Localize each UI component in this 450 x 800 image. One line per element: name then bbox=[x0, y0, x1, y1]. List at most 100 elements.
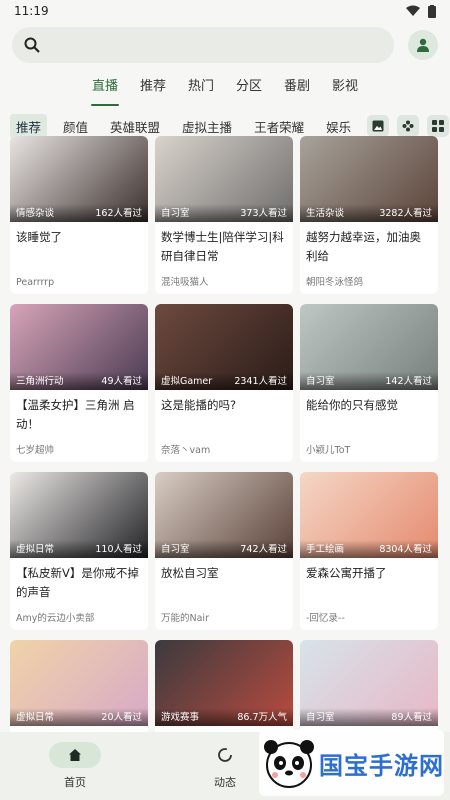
card-view-count: 8304人看过 bbox=[379, 544, 432, 555]
card-author: 朝阳冬泳怪鸽 bbox=[306, 277, 364, 288]
card-author: Pearrrrp bbox=[16, 277, 55, 288]
card-thumbnail: 情感杂谈 162人看过 bbox=[10, 136, 148, 222]
category-entertainment[interactable]: 娱乐 bbox=[320, 114, 357, 139]
card-title: 越努力越幸运，加油奥利给 bbox=[306, 230, 421, 263]
card-thumbnail-overlay: 三角洲行动 49人看过 bbox=[10, 372, 148, 390]
home-icon bbox=[49, 742, 101, 768]
search-input[interactable] bbox=[12, 27, 394, 63]
battery-icon bbox=[428, 4, 436, 18]
status-time: 11:19 bbox=[14, 4, 49, 18]
live-card[interactable]: 自习室 142人看过能给你的只有感觉 小颖儿ToT bbox=[300, 304, 438, 462]
category-looks[interactable]: 颜值 bbox=[57, 114, 94, 139]
category-hok[interactable]: 王者荣耀 bbox=[248, 114, 310, 139]
card-thumbnail: 虚拟日常 110人看过 bbox=[10, 472, 148, 558]
card-thumbnail: 自习室 89人看过 bbox=[300, 640, 438, 726]
card-thumbnail-overlay: 情感杂谈 162人看过 bbox=[10, 204, 148, 222]
card-thumbnail-overlay: 自习室 742人看过 bbox=[155, 540, 293, 558]
grid-icon[interactable] bbox=[427, 115, 450, 137]
card-title: 这是能播的吗? bbox=[161, 398, 237, 412]
live-card[interactable]: 三角洲行动 49人看过【温柔女护】三角洲 启动！ 七岁超帅 bbox=[10, 304, 148, 462]
card-thumbnail: 生活杂谈 3282人看过 bbox=[300, 136, 438, 222]
card-area-tag: 情感杂谈 bbox=[16, 208, 55, 219]
wifi-icon bbox=[406, 5, 420, 16]
tab-anime[interactable]: 番剧 bbox=[273, 76, 321, 106]
nav-feed-label: 动态 bbox=[214, 776, 236, 789]
card-area-tag: 虚拟日常 bbox=[16, 544, 55, 555]
panda-logo-icon bbox=[264, 740, 314, 788]
card-thumbnail: 自习室 142人看过 bbox=[300, 304, 438, 390]
card-title: 【私皮新V】是你戒不掉的声音 bbox=[16, 566, 139, 599]
card-author: 小颖儿ToT bbox=[306, 445, 351, 456]
live-card[interactable]: 虚拟Gamer 2341人看过这是能播的吗? 奈落丶vam bbox=[155, 304, 293, 462]
card-view-count: 373人看过 bbox=[240, 208, 287, 219]
category-vtuber[interactable]: 虚拟主播 bbox=[176, 114, 238, 139]
tab-zones[interactable]: 分区 bbox=[225, 76, 273, 106]
card-thumbnail-overlay: 自习室 89人看过 bbox=[300, 708, 438, 726]
tab-hot[interactable]: 热门 bbox=[177, 76, 225, 106]
card-view-count: 742人看过 bbox=[240, 544, 287, 555]
card-area-tag: 自习室 bbox=[306, 712, 335, 723]
nav-home[interactable]: 首页 bbox=[0, 732, 150, 800]
card-author: 混沌吸猫人 bbox=[161, 277, 209, 288]
card-title: 能给你的只有感觉 bbox=[306, 398, 398, 412]
card-view-count: 86.7万人气 bbox=[237, 712, 287, 723]
status-bar: 11:19 bbox=[0, 0, 450, 22]
search-row bbox=[0, 22, 450, 64]
card-thumbnail: 自习室 742人看过 bbox=[155, 472, 293, 558]
card-thumbnail-overlay: 手工绘画 8304人看过 bbox=[300, 540, 438, 558]
card-author: 奈落丶vam bbox=[161, 445, 211, 456]
card-title: 数学博士生|陪伴学习|科研自律日常 bbox=[161, 230, 284, 263]
card-thumbnail-overlay: 自习室 373人看过 bbox=[155, 204, 293, 222]
card-area-tag: 自习室 bbox=[161, 544, 190, 555]
status-icons bbox=[406, 4, 436, 18]
card-view-count: 110人看过 bbox=[95, 544, 142, 555]
card-view-count: 2341人看过 bbox=[234, 376, 287, 387]
card-area-tag: 游戏赛事 bbox=[161, 712, 200, 723]
gamepad-icon[interactable] bbox=[397, 115, 420, 137]
nav-home-label: 首页 bbox=[64, 776, 86, 789]
profile-button[interactable] bbox=[408, 30, 438, 60]
card-thumbnail: 虚拟日常 20人看过 bbox=[10, 640, 148, 726]
category-recommend[interactable]: 推荐 bbox=[10, 113, 48, 139]
live-card[interactable]: 情感杂谈 162人看过 该睡觉了 Pearrrrp bbox=[10, 136, 148, 294]
card-area-tag: 虚拟日常 bbox=[16, 712, 55, 723]
live-card[interactable]: 手工绘画 8304人看过爱森公寓开播了 -回忆录-- bbox=[300, 472, 438, 630]
card-author: 万能的Nair bbox=[161, 613, 209, 624]
card-thumbnail: 游戏赛事 86.7万人气 bbox=[155, 640, 293, 726]
live-card[interactable]: 自习室 742人看过 放松自习室 万能的Nair bbox=[155, 472, 293, 630]
card-author: Amy的云边小卖部 bbox=[16, 613, 95, 624]
live-card-grid: 情感杂谈 162人看过 该睡觉了 Pearrrrp 自习室 373人看过数学博士生|陪伴学… bbox=[10, 136, 440, 798]
watermark-text: 国宝手游网 bbox=[319, 751, 444, 780]
search-icon bbox=[24, 37, 40, 53]
card-thumbnail-overlay: 虚拟日常 110人看过 bbox=[10, 540, 148, 558]
card-author: 七岁超帅 bbox=[16, 445, 55, 456]
card-author: -回忆录-- bbox=[306, 613, 345, 624]
tab-live[interactable]: 直播 bbox=[81, 76, 129, 106]
card-view-count: 142人看过 bbox=[385, 376, 432, 387]
card-area-tag: 自习室 bbox=[161, 208, 190, 219]
live-card[interactable]: 自习室 373人看过数学博士生|陪伴学习|科研自律日常混沌吸猫人 bbox=[155, 136, 293, 294]
card-area-tag: 自习室 bbox=[306, 376, 335, 387]
tab-recommend[interactable]: 推荐 bbox=[129, 76, 177, 106]
card-view-count: 49人看过 bbox=[101, 376, 142, 387]
card-thumbnail-overlay: 自习室 142人看过 bbox=[300, 372, 438, 390]
refresh-icon bbox=[217, 742, 233, 768]
card-thumbnail: 虚拟Gamer 2341人看过 bbox=[155, 304, 293, 390]
image-icon[interactable] bbox=[367, 115, 390, 137]
card-thumbnail-overlay: 游戏赛事 86.7万人气 bbox=[155, 708, 293, 726]
card-thumbnail: 手工绘画 8304人看过 bbox=[300, 472, 438, 558]
card-thumbnail-overlay: 虚拟日常 20人看过 bbox=[10, 708, 148, 726]
card-area-tag: 手工绘画 bbox=[306, 544, 345, 555]
card-view-count: 3282人看过 bbox=[379, 208, 432, 219]
card-area-tag: 三角洲行动 bbox=[16, 376, 64, 387]
live-card[interactable]: 虚拟日常 110人看过【私皮新V】是你戒不掉的声音 Amy的云边小卖部 bbox=[10, 472, 148, 630]
card-thumbnail-overlay: 生活杂谈 3282人看过 bbox=[300, 204, 438, 222]
card-title: 【温柔女护】三角洲 启动！ bbox=[16, 398, 135, 431]
category-lol[interactable]: 英雄联盟 bbox=[104, 114, 166, 139]
tab-film[interactable]: 影视 bbox=[321, 76, 369, 106]
card-title: 爱森公寓开播了 bbox=[306, 566, 387, 580]
card-view-count: 89人看过 bbox=[391, 712, 432, 723]
person-icon bbox=[417, 38, 429, 52]
live-card[interactable]: 生活杂谈 3282人看过越努力越幸运，加油奥利给朝阳冬泳怪鸽 bbox=[300, 136, 438, 294]
card-thumbnail-overlay: 虚拟Gamer 2341人看过 bbox=[155, 372, 293, 390]
